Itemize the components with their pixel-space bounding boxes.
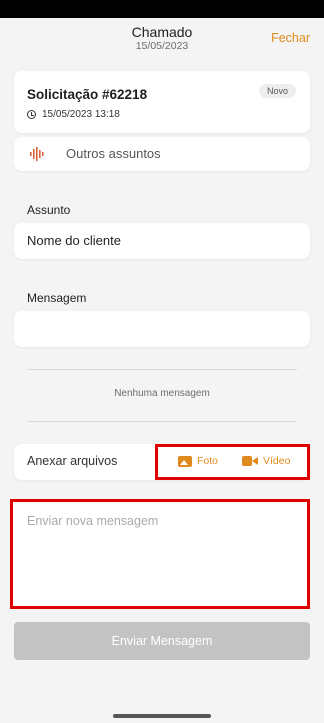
subject-label: Assunto: [27, 203, 71, 217]
subject-value: Nome do cliente: [27, 233, 121, 248]
attachments-card: Anexar arquivos Foto Vídeo: [14, 444, 310, 480]
attachment-options: Foto Vídeo: [155, 444, 310, 480]
ticket-card: Solicitação #62218 Novo 15/05/2023 13:18: [14, 71, 310, 133]
message-label: Mensagem: [27, 291, 87, 305]
waveform-icon: [30, 147, 44, 161]
header: Chamado 15/05/2023 Fechar: [0, 18, 324, 58]
attach-photo-button[interactable]: Foto: [178, 455, 218, 467]
attach-photo-label: Foto: [197, 455, 219, 467]
photo-icon: [178, 455, 192, 467]
divider-bottom: [27, 421, 297, 422]
clock-icon: [27, 109, 36, 119]
attach-video-button[interactable]: Vídeo: [242, 455, 290, 467]
ticket-title: Solicitação #62218: [27, 87, 148, 102]
send-message-button[interactable]: Enviar Mensagem: [14, 622, 310, 660]
category-label: Outros assuntos: [66, 146, 161, 161]
category-card: Outros assuntos: [14, 137, 310, 171]
divider-top: [27, 369, 297, 370]
empty-messages-text: Nenhuma mensagem: [114, 388, 210, 399]
subject-field[interactable]: Nome do cliente: [14, 223, 310, 259]
ticket-datetime-row: 15/05/2023 13:18: [27, 107, 120, 121]
close-button[interactable]: Fechar: [271, 31, 310, 45]
ticket-datetime: 15/05/2023 13:18: [42, 108, 120, 120]
home-indicator: [113, 714, 211, 718]
message-field[interactable]: [14, 311, 310, 347]
video-camera-icon: [242, 456, 258, 466]
attachments-label: Anexar arquivos: [27, 454, 118, 468]
attach-video-label: Vídeo: [263, 455, 291, 467]
new-message-box: [10, 499, 310, 609]
new-message-input[interactable]: [27, 514, 297, 594]
status-badge: Novo: [258, 84, 296, 98]
status-bar: [0, 0, 324, 18]
